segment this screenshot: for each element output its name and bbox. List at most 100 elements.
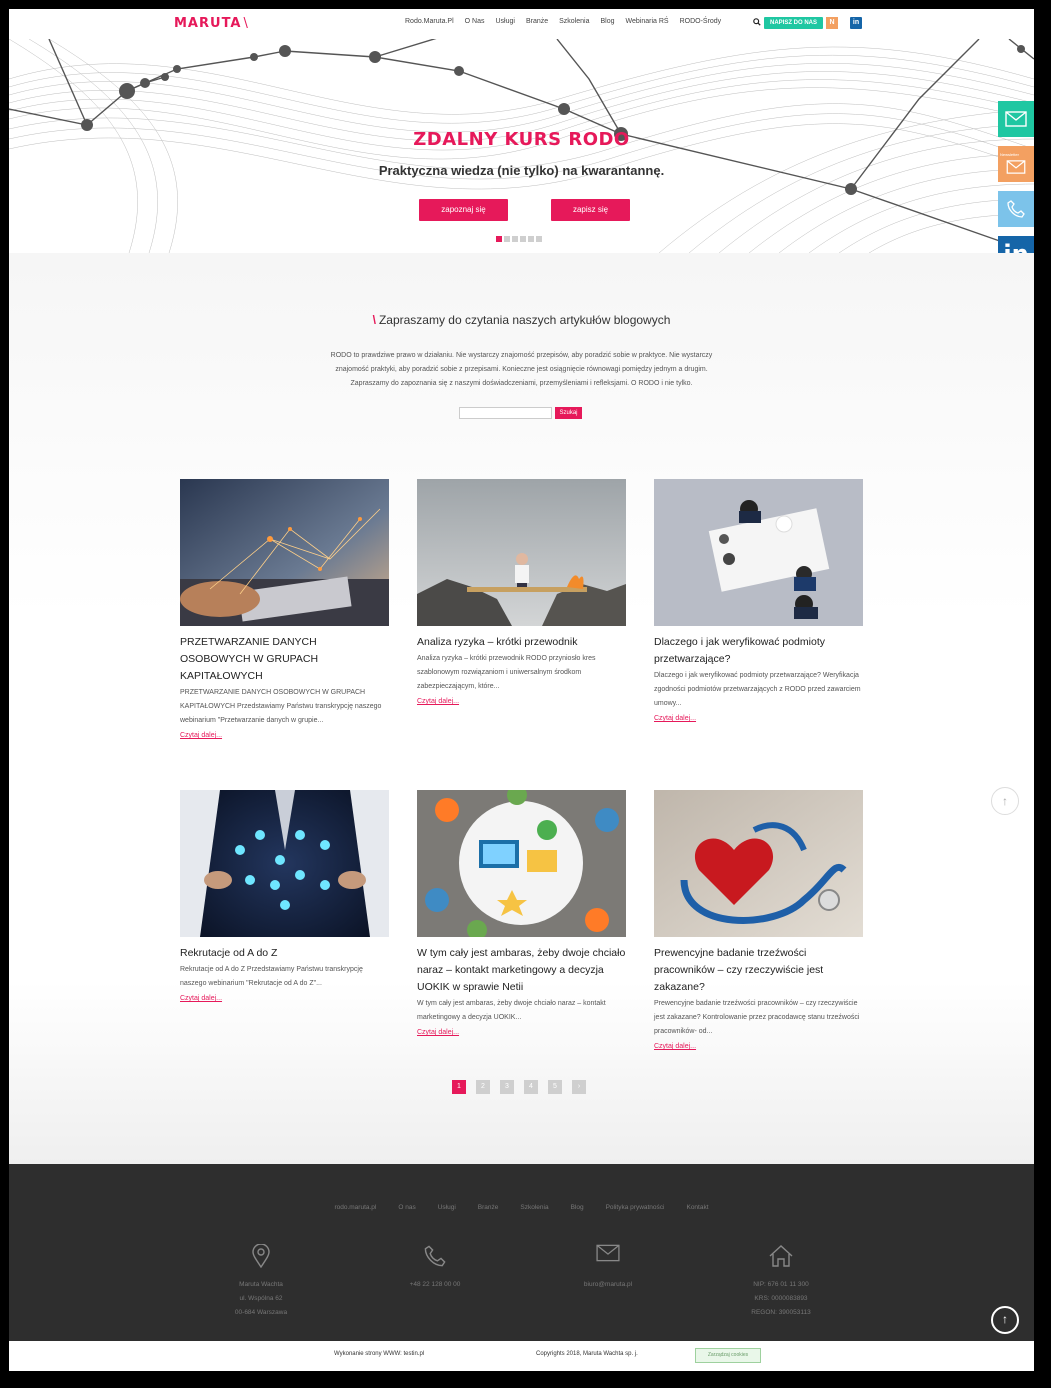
nav-item-szkolenia[interactable]: Szkolenia <box>559 18 589 25</box>
phone-icon <box>424 1245 446 1267</box>
slider-dot-4[interactable] <box>520 236 526 242</box>
slider-dots <box>496 236 542 242</box>
blog-intro-line: Zapraszamy do zapoznania się z naszymi d… <box>350 380 693 387</box>
location-pin-icon <box>252 1244 270 1268</box>
blog-search-button[interactable]: Szukaj <box>555 407 582 419</box>
page-5-button[interactable]: 5 <box>548 1080 562 1094</box>
post-card: W tym cały jest ambaras, żeby dwoje chci… <box>417 790 626 1040</box>
side-phone-button[interactable] <box>998 191 1034 227</box>
phone-number[interactable]: +48 22 128 00 00 <box>375 1278 495 1292</box>
envelope-icon <box>596 1244 620 1262</box>
side-newsletter-button[interactable]: Newsletter <box>998 146 1034 182</box>
company-krs: KRS: 0000083893 <box>754 1295 808 1302</box>
post-excerpt: Prewencyjne badanie trzeźwości pracownik… <box>654 1000 860 1035</box>
arrow-up-icon: ↑ <box>1002 1312 1008 1326</box>
blog-intro-line: znajomość praktyki, aby poradzić sobie z… <box>335 366 708 373</box>
slider-dot-6[interactable] <box>536 236 542 242</box>
post-thumbnail[interactable] <box>180 479 389 626</box>
post-excerpt: W tym cały jest ambaras, żeby dwoje chci… <box>417 1000 606 1021</box>
footer-link-home[interactable]: rodo.maruta.pl <box>334 1204 376 1211</box>
slider-dot-2[interactable] <box>504 236 510 242</box>
footer-scroll-top-button[interactable]: ↑ <box>991 1306 1019 1334</box>
logo[interactable]: MARUTA \ <box>174 16 249 31</box>
copyright-text: Copyrights 2018, Maruta Wachta sp. j. <box>536 1351 638 1357</box>
post-title[interactable]: W tym cały jest ambaras, żeby dwoje chci… <box>417 945 626 996</box>
page-2-button[interactable]: 2 <box>476 1080 490 1094</box>
page: MARUTA \ Rodo.Maruta.Pl O Nas Usługi Bran… <box>9 9 1034 1371</box>
footer-link-blog[interactable]: Blog <box>571 1204 584 1211</box>
arrow-up-icon: ↑ <box>1002 794 1008 808</box>
linkedin-icon[interactable]: in <box>850 17 862 29</box>
post-title[interactable]: PRZETWARZANIE DANYCH OSOBOWYCH W GRUPACH… <box>180 634 389 685</box>
sign-up-button[interactable]: zapisz się <box>551 199 630 221</box>
scroll-to-top-button[interactable]: ↑ <box>991 787 1019 815</box>
search-icon[interactable] <box>753 18 761 26</box>
nav-item-rodo-srody[interactable]: RODO-Środy <box>680 18 722 25</box>
hero-slider: ZDALNY KURS RODO Praktyczna wiedza (nie … <box>9 39 1034 253</box>
made-by-text[interactable]: Wykonanie strony WWW: testin.pl <box>334 1351 424 1357</box>
address-line: 00-684 Warszawa <box>234 1309 288 1316</box>
blog-section: \ Zapraszamy do czytania naszych artykułó… <box>9 253 1034 1164</box>
nav-item-branze[interactable]: Branże <box>526 18 548 25</box>
nav-item-webinaria[interactable]: Webinaria RŚ <box>626 18 669 25</box>
contact-us-button[interactable]: NAPISZ DO NAS <box>764 17 823 29</box>
blog-intro-line: RODO to prawdziwe prawo w działaniu. Nie… <box>330 352 713 359</box>
footer-link-privacy[interactable]: Polityka prywatności <box>606 1204 665 1211</box>
slider-dot-1[interactable] <box>496 236 502 242</box>
hero-subtitle: Praktyczna wiedza (nie tylko) na kwarant… <box>378 163 665 178</box>
post-card: Prewencyjne badanie trzeźwości pracownik… <box>654 790 863 1054</box>
post-title[interactable]: Rekrutacje od A do Z <box>180 945 389 962</box>
post-title[interactable]: Analiza ryzyka – krótki przewodnik <box>417 634 626 651</box>
site-header: MARUTA \ Rodo.Maruta.Pl O Nas Usługi Bran… <box>9 9 1034 39</box>
side-mail-button[interactable] <box>998 101 1034 137</box>
site-footer: rodo.maruta.pl O nas Usługi Branże Szkol… <box>9 1164 1034 1341</box>
blog-search-input[interactable] <box>459 407 552 419</box>
n-badge-icon[interactable]: N <box>826 17 838 29</box>
email-address[interactable]: biuro@maruta.pl <box>548 1278 668 1292</box>
footer-link-kontakt[interactable]: Kontakt <box>686 1204 708 1211</box>
main-nav: Rodo.Maruta.Pl O Nas Usługi Branże Szkol… <box>405 18 721 25</box>
footer-link-o-nas[interactable]: O nas <box>398 1204 415 1211</box>
slider-dot-3[interactable] <box>512 236 518 242</box>
cookie-settings-button[interactable]: Zarządzaj cookies <box>695 1348 761 1363</box>
read-more-link[interactable]: Czytaj dalej... <box>417 695 626 709</box>
pagination: 1 2 3 4 5 › <box>452 1080 586 1094</box>
hero-title: ZDALNY KURS RODO <box>413 129 630 150</box>
read-more-link[interactable]: Czytaj dalej... <box>654 1040 863 1054</box>
footer-link-uslugi[interactable]: Usługi <box>438 1204 456 1211</box>
footer-link-szkolenia[interactable]: Szkolenia <box>520 1204 548 1211</box>
post-thumbnail[interactable] <box>417 790 626 937</box>
post-title[interactable]: Prewencyjne badanie trzeźwości pracownik… <box>654 945 863 996</box>
post-excerpt: Rekrutacje od A do Z Przedstawiamy Państ… <box>180 966 363 987</box>
read-more-link[interactable]: Czytaj dalej... <box>417 1026 626 1040</box>
footer-company: NIP: 676 01 11 300 KRS: 0000083893 REGON… <box>721 1244 841 1320</box>
nav-item-rodo-maruta[interactable]: Rodo.Maruta.Pl <box>405 18 454 25</box>
learn-more-button[interactable]: zapoznaj się <box>419 199 508 221</box>
next-page-button[interactable]: › <box>572 1080 586 1094</box>
nav-item-o-nas[interactable]: O Nas <box>465 18 485 25</box>
footer-link-branze[interactable]: Branże <box>478 1204 499 1211</box>
newsletter-envelope-icon <box>1006 160 1026 174</box>
nav-item-blog[interactable]: Blog <box>600 18 614 25</box>
post-excerpt: Dlaczego i jak weryfikować podmioty prze… <box>654 672 861 707</box>
address-line: Maruta Wachta <box>239 1281 283 1288</box>
read-more-link[interactable]: Czytaj dalej... <box>180 992 389 1006</box>
slider-dot-5[interactable] <box>528 236 534 242</box>
read-more-link[interactable]: Czytaj dalej... <box>180 729 389 743</box>
post-excerpt: PRZETWARZANIE DANYCH OSOBOWYCH W GRUPACH… <box>180 689 382 724</box>
read-more-link[interactable]: Czytaj dalej... <box>654 712 863 726</box>
envelope-icon <box>1005 111 1027 127</box>
blog-heading: \ Zapraszamy do czytania naszych artykułó… <box>372 313 671 327</box>
post-card: Rekrutacje od A do Z Rekrutacje od A do … <box>180 790 389 1006</box>
footer-email: biuro@maruta.pl <box>548 1244 668 1292</box>
post-title[interactable]: Dlaczego i jak weryfikować podmioty prze… <box>654 634 863 668</box>
page-3-button[interactable]: 3 <box>500 1080 514 1094</box>
post-thumbnail[interactable] <box>654 479 863 626</box>
company-nip: NIP: 676 01 11 300 <box>753 1281 809 1288</box>
post-thumbnail[interactable] <box>180 790 389 937</box>
post-thumbnail[interactable] <box>654 790 863 937</box>
page-1-button[interactable]: 1 <box>452 1080 466 1094</box>
post-thumbnail[interactable] <box>417 479 626 626</box>
page-4-button[interactable]: 4 <box>524 1080 538 1094</box>
nav-item-uslugi[interactable]: Usługi <box>495 18 514 25</box>
